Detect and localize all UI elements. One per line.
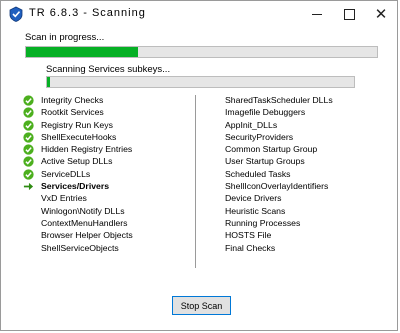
scan-step-item: HOSTS File [225, 229, 333, 241]
check-circle-icon [23, 132, 34, 143]
scan-step-item: Services/Drivers [23, 180, 133, 192]
scan-step-label: Hidden Registry Entries [41, 144, 133, 155]
scan-step-label: Services/Drivers [41, 181, 110, 192]
scan-step-label: SecurityProviders [225, 131, 294, 142]
scan-step-item: Registry Run Keys [23, 119, 133, 131]
check-circle-icon [23, 156, 34, 168]
sub-progress-bar [46, 76, 355, 88]
maximize-button[interactable] [333, 1, 365, 27]
scan-step-item: ServiceDLLs [23, 168, 133, 180]
scan-step-item: SecurityProviders [225, 131, 333, 143]
scan-step-item: ShellIconOverlayIdentifiers [225, 180, 333, 192]
scan-step-item: VxD Entries [23, 192, 133, 204]
arrow-right-icon [23, 181, 34, 192]
minimize-button[interactable] [301, 1, 333, 27]
scan-step-label: Registry Run Keys [41, 119, 113, 130]
scan-step-item: SharedTaskScheduler DLLs [225, 94, 333, 106]
scan-step-item: Hidden Registry Entries [23, 143, 133, 155]
stop-scan-button[interactable]: Stop Scan [172, 296, 231, 315]
column-divider [195, 95, 196, 268]
close-button[interactable]: ✕ [365, 1, 397, 27]
scan-step-label: ShellExecuteHooks [41, 131, 117, 142]
scan-step-label: ShellIconOverlayIdentifiers [225, 181, 329, 192]
scan-step-item: User Startup Groups [225, 155, 333, 167]
check-circle-icon [23, 107, 34, 118]
scan-step-item: Final Checks [225, 242, 333, 254]
scan-steps-left: Integrity Checks Rootkit Services Registry… [23, 94, 133, 254]
overall-progress-bar [25, 46, 378, 58]
minimize-icon [312, 13, 322, 15]
scan-step-label: Browser Helper Objects [41, 230, 133, 241]
scan-step-label: Final Checks [225, 242, 276, 253]
scan-step-item: Browser Helper Objects [23, 229, 133, 241]
scan-step-label: Scheduled Tasks [225, 168, 291, 179]
scan-step-item: ContextMenuHandlers [23, 217, 133, 229]
scan-window: TR 6.8.3 - Scanning ✕ Scan in progress..… [0, 0, 398, 331]
check-circle-icon [23, 119, 34, 131]
scan-step-label: Active Setup DLLs [41, 156, 113, 167]
scan-step-label: Device Drivers [225, 193, 282, 204]
check-circle-icon [23, 144, 34, 155]
scan-step-item: AppInit_DLLs [225, 119, 333, 131]
scan-step-item: Device Drivers [225, 192, 333, 204]
scan-step-item: Scheduled Tasks [225, 168, 333, 180]
scan-step-item: Imagefile Debuggers [225, 106, 333, 118]
sub-status-text: Scanning Services subkeys... [46, 64, 171, 75]
close-icon: ✕ [374, 5, 388, 23]
maximize-icon [343, 8, 355, 20]
scan-step-label: Heuristic Scans [225, 205, 286, 216]
scan-step-label: VxD Entries [41, 193, 87, 204]
scan-step-label: SharedTaskScheduler DLLs [225, 95, 333, 105]
title-bar[interactable]: TR 6.8.3 - Scanning ✕ [1, 1, 397, 27]
scan-step-item: Running Processes [225, 217, 333, 229]
scan-step-label: Rootkit Services [41, 107, 104, 118]
check-circle-icon [23, 169, 34, 180]
scan-step-label: ServiceDLLs [41, 168, 91, 179]
scan-step-label: HOSTS File [225, 230, 272, 241]
scan-status-text: Scan in progress... [25, 32, 105, 43]
scan-step-label: Common Startup Group [225, 144, 318, 155]
scan-step-item: ShellServiceObjects [23, 242, 133, 254]
scan-step-label: Integrity Checks [41, 95, 104, 105]
scan-step-label: User Startup Groups [225, 156, 305, 167]
scan-step-label: ContextMenuHandlers [41, 217, 128, 228]
scan-step-item: ShellExecuteHooks [23, 131, 133, 143]
scan-step-label: ShellServiceObjects [41, 242, 119, 253]
scan-step-item: Rootkit Services [23, 106, 133, 118]
scan-step-label: Imagefile Debuggers [225, 107, 306, 118]
scan-step-item: Common Startup Group [225, 143, 333, 155]
sub-progress-fill [47, 77, 51, 87]
window-title: TR 6.8.3 - Scanning [29, 7, 146, 19]
scan-step-label: Running Processes [225, 217, 301, 228]
check-circle-icon [23, 95, 34, 106]
scan-step-item: Winlogon\Notify DLLs [23, 205, 133, 217]
scan-steps-right: SharedTaskScheduler DLLs Imagefile Debugg… [225, 94, 333, 254]
scan-step-item: Heuristic Scans [225, 205, 333, 217]
scan-step-label: Winlogon\Notify DLLs [41, 205, 125, 216]
scan-step-item: Integrity Checks [23, 94, 133, 106]
app-icon [9, 6, 23, 22]
overall-progress-fill [26, 47, 139, 57]
scan-step-item: Active Setup DLLs [23, 155, 133, 168]
scan-step-label: AppInit_DLLs [225, 119, 278, 130]
